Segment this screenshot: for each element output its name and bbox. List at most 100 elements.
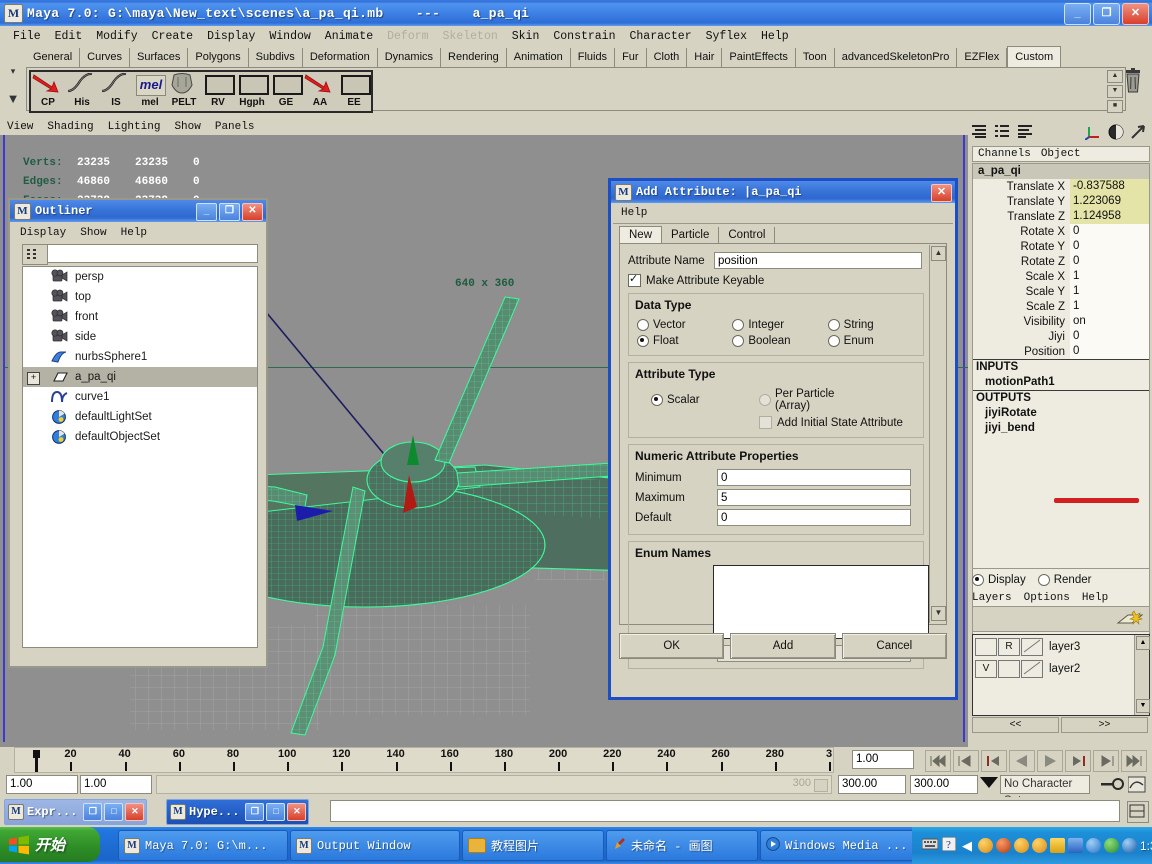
layer-visibility-toggle[interactable] [975, 638, 997, 656]
shelf-scroll-up[interactable]: ▲ [1107, 70, 1123, 83]
lock-icon[interactable] [1050, 838, 1065, 853]
shelf-menu[interactable]: ■ [1107, 100, 1123, 113]
network-icon[interactable] [1068, 838, 1083, 853]
trash-icon[interactable] [1122, 68, 1144, 94]
channel-row-scale-z[interactable]: Scale Z 1 [973, 299, 1149, 314]
outliner-item-defaultlightset[interactable]: defaultLightSet [23, 407, 257, 427]
anim-pref-icon[interactable] [1127, 776, 1146, 796]
dialog-help-menu[interactable]: Help [613, 205, 647, 222]
playback-end-field[interactable]: 300.00 [910, 775, 978, 794]
shelf-tab-advancedskeletonpro[interactable]: advancedSkeletonPro [835, 48, 958, 67]
layer-scroll-up[interactable]: ▲ [1136, 636, 1150, 650]
shelf-button-is[interactable]: IS [100, 72, 132, 108]
taskbar-button-4[interactable]: Windows Media ... [760, 830, 934, 861]
attribute-editor-icon[interactable] [995, 124, 1012, 142]
msn-icon[interactable] [996, 838, 1011, 853]
dialog-scroll-up[interactable]: ▲ [931, 246, 946, 261]
menu-file[interactable]: File [6, 29, 48, 44]
layer-visibility-toggle[interactable]: V [975, 660, 997, 678]
menu-skeleton[interactable]: Skeleton [436, 29, 505, 44]
minimize-button[interactable]: _ [1064, 3, 1091, 25]
command-line-menu-icon[interactable] [1127, 801, 1149, 823]
channel-value[interactable]: on [1070, 314, 1149, 329]
attribute-type-scalar[interactable]: Scalar [651, 388, 759, 412]
menu-create[interactable]: Create [145, 29, 200, 44]
layer-name[interactable]: layer2 [1044, 663, 1080, 675]
shelf-scroll-down[interactable]: ▼ [1107, 85, 1123, 98]
shelf-tab-subdivs[interactable]: Subdivs [249, 48, 303, 67]
tool-settings-icon[interactable] [1018, 124, 1035, 142]
shelf-tab-polygons[interactable]: Polygons [188, 48, 249, 67]
enum-names-list[interactable] [713, 565, 929, 639]
dialog-tab-particle[interactable]: Particle [662, 227, 720, 243]
menu-syflex[interactable]: Syflex [699, 29, 754, 44]
shelf-tab-fluids[interactable]: Fluids [571, 48, 616, 67]
outliner-menu-help[interactable]: Help [121, 227, 161, 239]
minimum-input[interactable] [717, 469, 911, 486]
maximum-input[interactable] [717, 489, 911, 506]
add-button[interactable]: Add [730, 633, 836, 659]
data-type-float[interactable]: Float [637, 335, 732, 347]
channel-value[interactable]: 0 [1070, 224, 1149, 239]
taskbar-button-1[interactable]: M Output Window [290, 830, 460, 861]
channel-row-scale-y[interactable]: Scale Y 1 [973, 284, 1149, 299]
play-forwards-icon[interactable] [1037, 750, 1063, 772]
minimized-window-expression-editor[interactable]: M Expr... ❐ □ ✕ [4, 799, 148, 825]
outliner-restore-button[interactable]: ❐ [219, 203, 240, 221]
taskbar-button-0[interactable]: M Maya 7.0: G:\m... [118, 830, 288, 861]
data-type-enum[interactable]: Enum [827, 335, 923, 347]
outliner-item-persp[interactable]: persp [23, 267, 257, 287]
shelf-tab-toon[interactable]: Toon [796, 48, 835, 67]
shelf-left-controls[interactable]: ▾ ▼ [4, 66, 22, 110]
layer-list[interactable]: Rlayer3 Vlayer2 ▲ ▼ [972, 634, 1150, 716]
layer-row-layer2[interactable]: Vlayer2 [973, 657, 1149, 679]
outliner-item-defaultobjectset[interactable]: defaultObjectSet [23, 427, 257, 447]
shelf-button-pelt[interactable]: PELT [168, 73, 200, 108]
shelf-button-ee[interactable]: EE [338, 73, 371, 108]
layer-name[interactable]: layer3 [1044, 641, 1080, 653]
channel-row-position[interactable]: Position 0 [973, 344, 1149, 359]
outliner-filter-icon[interactable] [22, 244, 48, 265]
shelf-tab-curves[interactable]: Curves [80, 48, 130, 67]
outliner-item-curve1[interactable]: curve1 [23, 387, 257, 407]
go-to-end-icon[interactable] [1121, 750, 1147, 772]
shelf-tab-dynamics[interactable]: Dynamics [378, 48, 442, 67]
render-mode-radio[interactable]: Render [1037, 574, 1091, 586]
menu-edit[interactable]: Edit [48, 29, 90, 44]
expr-maximize-button[interactable]: □ [104, 803, 124, 821]
channel-value[interactable]: -0.837588 [1070, 179, 1149, 194]
shelf-tab-hair[interactable]: Hair [687, 48, 723, 67]
channel-row-rotate-y[interactable]: Rotate Y 0 [973, 239, 1149, 254]
range-slider-track[interactable]: 300 [156, 775, 832, 794]
layer-playback-toggle[interactable] [998, 660, 1020, 678]
restore-button[interactable]: ❐ [1093, 3, 1120, 25]
channel-value[interactable]: 1.124958 [1070, 209, 1149, 224]
viewport-menu-view[interactable]: View [0, 121, 40, 133]
menu-animate[interactable]: Animate [318, 29, 380, 44]
cancel-button[interactable]: Cancel [841, 633, 947, 659]
expand-icon[interactable]: + [27, 372, 40, 385]
hyper-maximize-button[interactable]: □ [266, 803, 286, 821]
start-button[interactable]: 开始 [0, 827, 100, 862]
channel-value[interactable]: 1 [1070, 269, 1149, 284]
channel-tab-channels[interactable]: Channels [973, 148, 1036, 160]
close-button[interactable]: ✕ [1122, 3, 1149, 25]
data-type-boolean[interactable]: Boolean [732, 335, 827, 347]
outliner-minimize-button[interactable]: _ [196, 203, 217, 221]
clock[interactable]: 1:39 [1140, 839, 1152, 853]
layer-playback-toggle[interactable]: R [998, 638, 1020, 656]
default-input[interactable] [717, 509, 911, 526]
step-back-frame-icon[interactable] [981, 750, 1007, 772]
output-node-jiyi_bend[interactable]: jiyi_bend [973, 421, 1149, 436]
shelf-tab-surfaces[interactable]: Surfaces [130, 48, 189, 67]
layer-scroll-down[interactable]: ▼ [1136, 699, 1150, 713]
menu-window[interactable]: Window [262, 29, 317, 44]
viewport-menu-lighting[interactable]: Lighting [101, 121, 168, 133]
msn-icon[interactable] [1014, 838, 1029, 853]
time-slider[interactable]: 20 40 60 80 100 120 140 160 180 200 220 240 260 280 3 [14, 747, 834, 773]
outliner-item-list[interactable]: persp top front side nurbsSphere1 + a_pa_qi cur… [22, 266, 258, 648]
channel-tab-object[interactable]: Object [1036, 148, 1086, 160]
dialog-scroll-down[interactable]: ▼ [931, 606, 946, 621]
channels-list-icon[interactable] [972, 124, 989, 142]
channel-row-translate-y[interactable]: Translate Y 1.223069 [973, 194, 1149, 209]
